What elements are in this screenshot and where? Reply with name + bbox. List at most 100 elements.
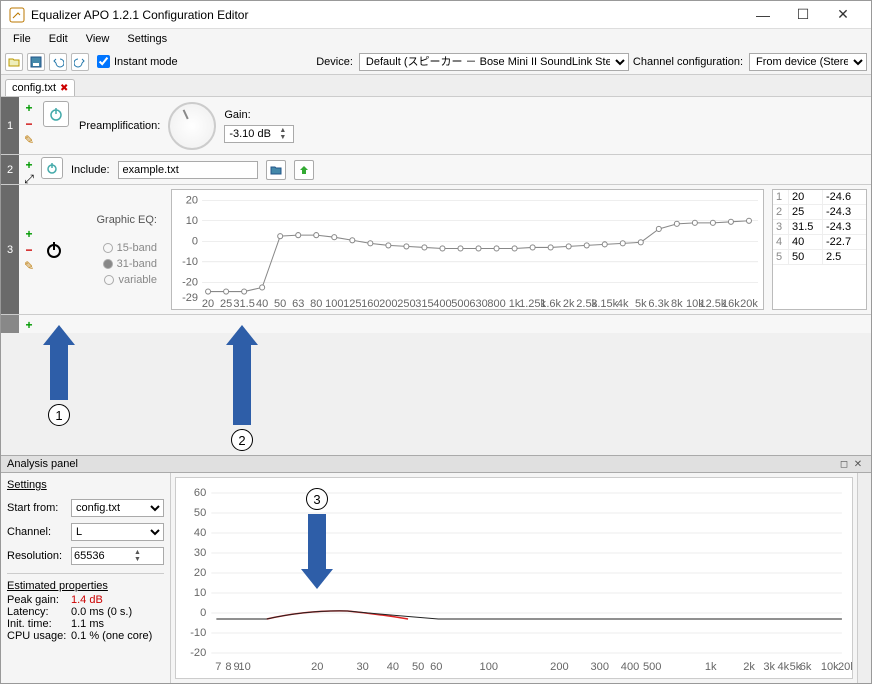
tab-config[interactable]: config.txt ✖	[5, 79, 75, 96]
resolution-value[interactable]	[74, 550, 134, 562]
menu-settings[interactable]: Settings	[119, 31, 175, 47]
resolution-spinner[interactable]: ▲▼	[71, 547, 164, 565]
svg-text:3.15k: 3.15k	[591, 298, 618, 309]
channel-config-select[interactable]: From device (Stereo)	[749, 53, 867, 71]
start-from-label: Start from:	[7, 502, 67, 514]
edit-icon[interactable]: ✎	[22, 133, 36, 147]
menu-file[interactable]: File	[5, 31, 39, 47]
opt-variable[interactable]: variable	[73, 274, 157, 286]
remove-icon[interactable]: −	[22, 243, 36, 257]
add-icon[interactable]: +	[22, 159, 36, 171]
folder-icon[interactable]	[266, 160, 286, 180]
svg-text:400: 400	[621, 661, 639, 673]
device-select[interactable]: Default (スピーカー － Bose Mini II SoundLink …	[359, 53, 629, 71]
start-from-select[interactable]: config.txt	[71, 499, 164, 517]
svg-text:50: 50	[194, 507, 206, 519]
redo-icon[interactable]	[71, 53, 89, 71]
annotation-arrow-1: 1	[43, 325, 75, 426]
svg-text:30: 30	[356, 661, 368, 673]
close-panel-icon[interactable]: ✕	[851, 459, 865, 470]
svg-text:100: 100	[480, 661, 498, 673]
row3-content: Graphic EQ: 15-band 31-band variable 201…	[69, 185, 871, 314]
svg-text:1k: 1k	[705, 661, 717, 673]
up-icon[interactable]	[294, 160, 314, 180]
svg-text:20: 20	[194, 567, 206, 579]
svg-text:-10: -10	[182, 256, 198, 268]
gain-knob[interactable]	[168, 102, 216, 150]
opt-31band[interactable]: 31-band	[73, 258, 157, 270]
eq-chart[interactable]: 20100 -10-20-29 202531.540 506380100125 …	[171, 189, 764, 310]
row-include: 2 + ⤢ Include:	[1, 155, 871, 185]
svg-text:0: 0	[200, 607, 206, 619]
svg-text:1.6k: 1.6k	[540, 298, 561, 309]
menu-view[interactable]: View	[78, 31, 118, 47]
opt-15band[interactable]: 15-band	[73, 242, 157, 254]
app-icon	[9, 7, 25, 23]
instant-mode-checkbox[interactable]: Instant mode	[97, 55, 178, 68]
power-button-row2[interactable]	[41, 157, 63, 179]
analysis-settings: Settings Start from: config.txt Channel:…	[1, 473, 171, 683]
svg-text:10: 10	[194, 587, 206, 599]
svg-text:63: 63	[292, 298, 304, 309]
svg-text:160: 160	[361, 298, 379, 309]
menu-edit[interactable]: Edit	[41, 31, 76, 47]
gain-label: Gain:	[224, 109, 294, 121]
row-add-buttons: +	[19, 315, 39, 333]
undo-icon[interactable]	[49, 53, 67, 71]
row-number-2: 2	[1, 155, 19, 184]
svg-text:315: 315	[415, 298, 433, 309]
analysis-panel-body: Settings Start from: config.txt Channel:…	[1, 473, 871, 683]
svg-text:40: 40	[256, 298, 268, 309]
toolbar: Instant mode Device: Default (スピーカー － Bo…	[1, 49, 871, 75]
instant-mode-check[interactable]	[97, 55, 110, 68]
annotation-number-1: 1	[48, 404, 70, 426]
resolution-label: Resolution:	[7, 550, 67, 562]
svg-text:10: 10	[238, 661, 250, 673]
gain-value[interactable]	[229, 128, 279, 140]
open-icon[interactable]	[5, 53, 23, 71]
cpu-value: 0.1 % (one core)	[71, 630, 152, 642]
tab-close-icon[interactable]: ✖	[60, 83, 68, 94]
include-label: Include:	[71, 164, 110, 176]
analysis-chart[interactable]: 605040 302010 0-10-20 78910 2030405060 1…	[175, 477, 853, 679]
annotation-arrow-2: 2	[226, 325, 258, 451]
edit-icon[interactable]: ✎	[22, 259, 36, 273]
svg-text:250: 250	[397, 298, 415, 309]
add-icon[interactable]: +	[22, 227, 36, 241]
svg-text:40: 40	[194, 527, 206, 539]
dock-icon[interactable]: ◻	[837, 459, 851, 470]
save-icon[interactable]	[27, 53, 45, 71]
gain-spinner[interactable]: ▲▼	[224, 125, 294, 143]
svg-text:300: 300	[591, 661, 609, 673]
cpu-label: CPU usage:	[7, 630, 67, 642]
tab-bar: config.txt ✖	[1, 75, 871, 97]
svg-text:60: 60	[194, 487, 206, 499]
svg-text:-29: -29	[182, 292, 198, 304]
expand-icon[interactable]: ⤢	[22, 173, 36, 185]
power-button-row1[interactable]	[43, 101, 69, 127]
include-file-input[interactable]	[118, 161, 258, 179]
spin-buttons[interactable]: ▲▼	[279, 127, 286, 141]
svg-text:500: 500	[643, 661, 661, 673]
annotation-arrow-3: 3	[301, 488, 333, 589]
row-graphic-eq: 3 + − ✎ Graphic EQ: 15-band 31-band vari…	[1, 185, 871, 315]
svg-text:5k: 5k	[635, 298, 647, 309]
close-button[interactable]: ✕	[823, 1, 863, 29]
power-button-row3[interactable]	[43, 237, 65, 263]
svg-text:10: 10	[186, 215, 198, 227]
svg-text:630: 630	[469, 298, 487, 309]
minimize-button[interactable]: —	[743, 1, 783, 29]
svg-text:20: 20	[186, 194, 198, 206]
add-icon[interactable]: +	[22, 319, 36, 331]
vertical-scrollbar[interactable]	[857, 473, 871, 683]
remove-icon[interactable]: −	[22, 117, 36, 131]
channel-select[interactable]: L	[71, 523, 164, 541]
eq-values-table[interactable]: 120-24.6 225-24.3 331.5-24.3 440-22.7 55…	[772, 189, 867, 310]
svg-text:4k: 4k	[778, 661, 790, 673]
maximize-button[interactable]: ☐	[783, 1, 823, 29]
menubar: File Edit View Settings	[1, 29, 871, 49]
add-icon[interactable]: +	[22, 101, 36, 115]
annotation-area: 1 2	[1, 333, 871, 453]
spin-buttons[interactable]: ▲▼	[134, 549, 141, 563]
svg-text:40: 40	[387, 661, 399, 673]
